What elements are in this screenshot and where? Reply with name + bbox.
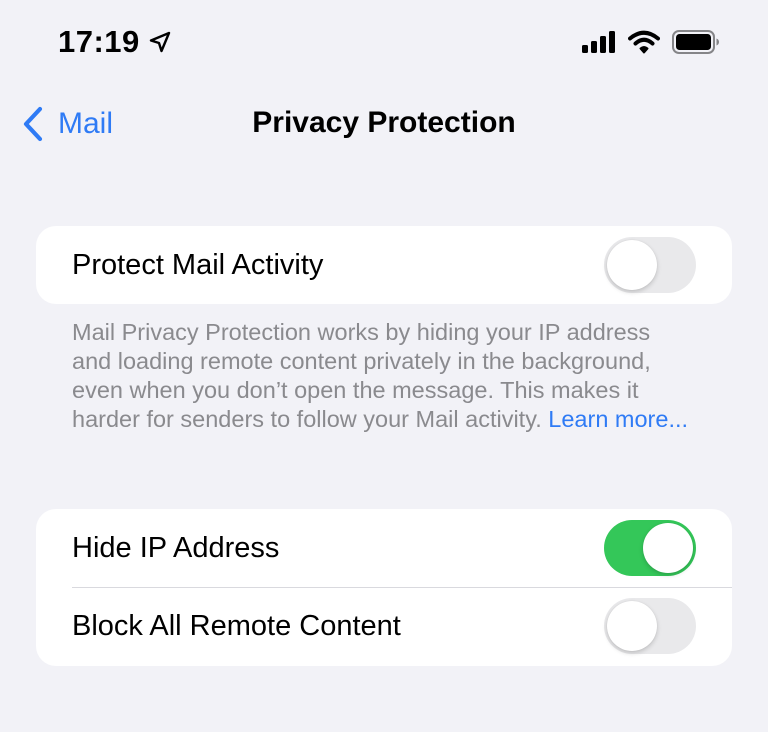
- navigation-bar: Mail Privacy Protection: [0, 92, 768, 158]
- status-bar: 17:19: [0, 0, 768, 90]
- setting-row-protect-mail-activity: Protect Mail Activity: [36, 226, 732, 304]
- status-time-text: 17:19: [58, 24, 140, 59]
- protect-mail-activity-toggle[interactable]: [604, 237, 696, 293]
- hide-ip-address-toggle[interactable]: [604, 520, 696, 576]
- status-icons: [582, 30, 720, 54]
- hide-ip-address-label: Hide IP Address: [72, 531, 280, 564]
- protect-mail-activity-label: Protect Mail Activity: [72, 248, 324, 281]
- block-remote-content-label: Block All Remote Content: [72, 609, 401, 642]
- setting-row-hide-ip-address: Hide IP Address: [36, 509, 732, 587]
- page-title: Privacy Protection: [252, 106, 516, 139]
- battery-icon: [672, 30, 719, 54]
- wifi-icon: [628, 30, 660, 54]
- toggle-knob: [643, 523, 693, 573]
- setting-row-block-remote-content: Block All Remote Content: [36, 587, 732, 665]
- toggle-knob: [607, 240, 657, 290]
- status-time: 17:19: [58, 24, 172, 60]
- settings-screen: 17:19 Mail Privacy Protection Protect Ma…: [0, 0, 768, 732]
- settings-group-protect: Protect Mail Activity: [36, 226, 732, 304]
- settings-group-content: Hide IP Address Block All Remote Content: [36, 509, 732, 666]
- learn-more-link[interactable]: Learn more...: [548, 406, 688, 432]
- cellular-signal-icon: [582, 31, 615, 53]
- block-remote-content-toggle[interactable]: [604, 598, 696, 654]
- location-arrow-icon: [149, 31, 170, 53]
- toggle-knob: [607, 601, 657, 651]
- protect-mail-description: Mail Privacy Protection works by hiding …: [72, 318, 692, 434]
